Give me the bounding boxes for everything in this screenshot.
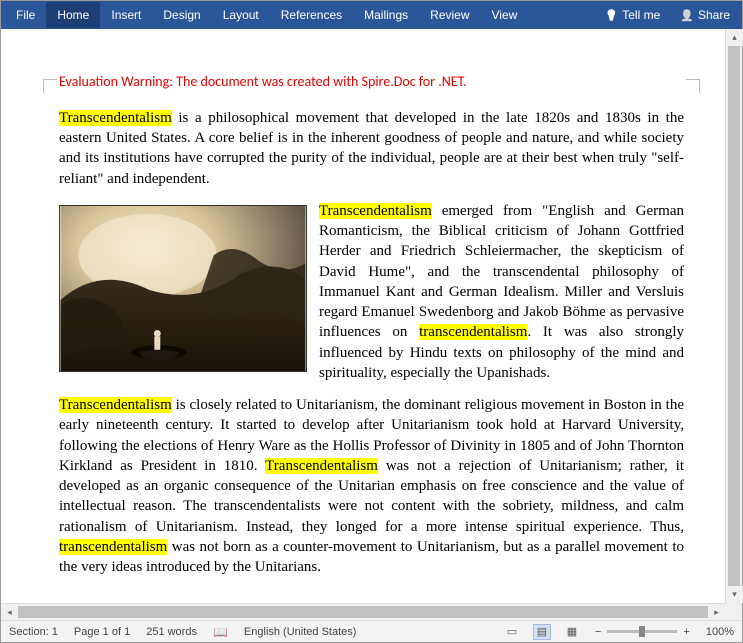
zoom-level[interactable]: 100%: [704, 626, 736, 638]
paragraph-3[interactable]: Transcendentalism is closely related to …: [59, 395, 684, 577]
margin-corner-left: [43, 79, 57, 93]
bulb-icon: [605, 8, 619, 22]
highlight: Transcendentalism: [319, 203, 432, 219]
scroll-track-h[interactable]: [18, 604, 708, 620]
zoom-out[interactable]: −: [593, 626, 603, 638]
highlight: Transcendentalism: [59, 110, 172, 126]
ribbon: File Home Insert Design Layout Reference…: [1, 1, 742, 29]
paragraph-1[interactable]: Transcendentalism is a philosophical mov…: [59, 108, 684, 189]
scroll-track-v[interactable]: [726, 46, 742, 586]
highlight: Transcendentalism: [265, 458, 378, 474]
view-print-layout[interactable]: ▤: [533, 624, 551, 640]
scroll-down-arrow[interactable]: ▾: [726, 586, 743, 603]
evaluation-warning: Evaluation Warning: The document was cre…: [59, 73, 684, 92]
status-language[interactable]: English (United States): [242, 626, 359, 638]
scroll-up-arrow[interactable]: ▴: [726, 29, 743, 46]
zoom-track[interactable]: [607, 630, 677, 633]
spellcheck-icon[interactable]: 📖: [211, 625, 230, 639]
tab-layout[interactable]: Layout: [212, 2, 270, 28]
tab-file[interactable]: File: [5, 2, 46, 28]
status-bar: Section: 1 Page 1 of 1 251 words 📖 Engli…: [1, 620, 742, 642]
paragraph-2[interactable]: Transcendentalism emerged from "English …: [59, 201, 684, 383]
highlight: Transcendentalism: [59, 397, 172, 413]
share-icon: [680, 8, 694, 22]
zoom-slider[interactable]: − +: [593, 626, 692, 638]
share-button[interactable]: Share: [672, 2, 738, 28]
horizontal-scrollbar[interactable]: ◂ ▸: [1, 603, 725, 620]
margin-corner-right: [686, 79, 700, 93]
zoom-thumb[interactable]: [639, 626, 645, 637]
zoom-in[interactable]: +: [681, 626, 691, 638]
inline-image[interactable]: [59, 205, 307, 372]
painting-image: [59, 205, 307, 372]
document-area: Evaluation Warning: The document was cre…: [1, 29, 742, 620]
tab-view[interactable]: View: [481, 2, 529, 28]
scroll-thumb-h[interactable]: [18, 606, 708, 618]
tab-insert[interactable]: Insert: [100, 2, 152, 28]
vertical-scrollbar[interactable]: ▴ ▾: [725, 29, 742, 603]
tab-home[interactable]: Home: [46, 2, 100, 28]
share-label: Share: [698, 8, 730, 22]
highlight: transcendentalism: [419, 324, 527, 340]
scroll-corner: [725, 603, 742, 620]
text: emerged from "English and German Romanti…: [319, 203, 684, 341]
status-section[interactable]: Section: 1: [7, 626, 60, 638]
tab-references[interactable]: References: [270, 2, 353, 28]
scroll-right-arrow[interactable]: ▸: [708, 604, 725, 621]
tell-me[interactable]: Tell me: [597, 2, 669, 28]
highlight: transcendentalism: [59, 539, 167, 555]
scroll-thumb-v[interactable]: [728, 46, 740, 586]
scroll-left-arrow[interactable]: ◂: [1, 604, 18, 621]
tab-design[interactable]: Design: [152, 2, 211, 28]
tell-me-label: Tell me: [622, 8, 660, 22]
tab-review[interactable]: Review: [419, 2, 480, 28]
page[interactable]: Evaluation Warning: The document was cre…: [1, 29, 742, 599]
view-web-layout[interactable]: ▦: [563, 624, 581, 640]
tab-mailings[interactable]: Mailings: [353, 2, 419, 28]
status-page[interactable]: Page 1 of 1: [72, 626, 132, 638]
view-read-mode[interactable]: ▭: [503, 624, 521, 640]
status-words[interactable]: 251 words: [144, 626, 199, 638]
